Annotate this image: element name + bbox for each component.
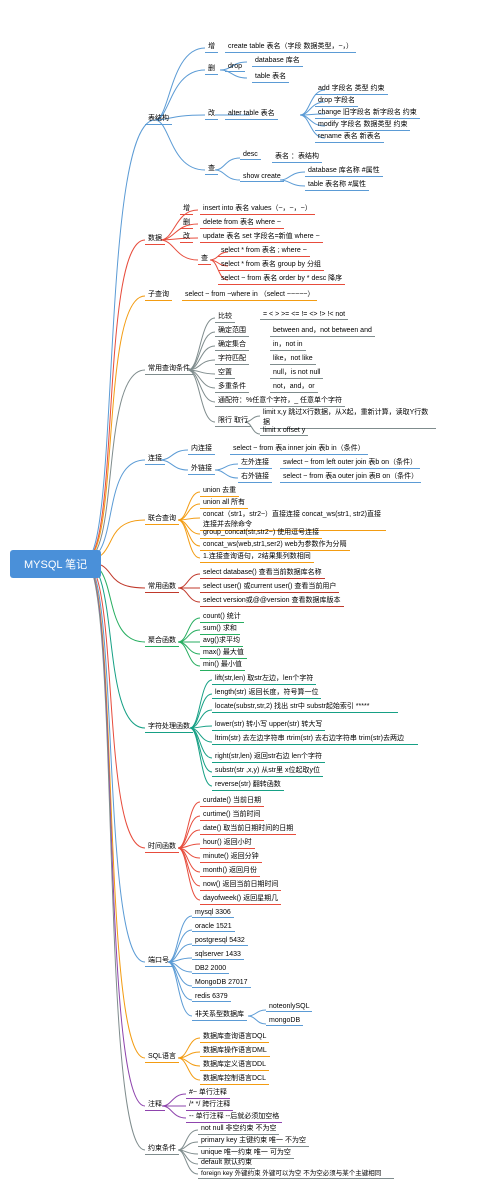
node-q[interactable]: 查	[205, 162, 218, 175]
leaf: 空置	[215, 366, 235, 379]
leaf: dayofweek() 返回星期几	[200, 892, 281, 905]
leaf: update 表名 set 字段名=新值 where ~	[200, 230, 323, 243]
leaf: now() 返回当前日期时间	[200, 878, 281, 891]
root-node[interactable]: MYSQL 笔记	[10, 550, 101, 578]
leaf: 外链接	[188, 462, 215, 475]
node-subq[interactable]: 子查询	[145, 288, 172, 301]
leaf: 删	[180, 216, 193, 229]
leaf: not，and，or	[270, 380, 318, 393]
leaf: rename 表名 新表名	[315, 130, 384, 143]
leaf: 字符匹配	[215, 352, 249, 365]
leaf: 数据库定义语言DDL	[200, 1058, 269, 1071]
leaf: 左外连接	[238, 456, 272, 469]
leaf: curtime() 当前时间	[200, 808, 264, 821]
leaf: minute() 返回分钟	[200, 850, 262, 863]
leaf: select user() 或current user() 查看当前用户	[200, 580, 339, 593]
leaf: 1.连接查询语句，2结果集列数相同	[200, 550, 314, 563]
leaf: ltrim(str) 去左边字符串 rtrim(str) 去右边字符串 trim…	[212, 732, 418, 745]
leaf: 数据库查询语言DQL	[200, 1030, 269, 1043]
leaf: 查	[198, 252, 211, 265]
leaf: foreign key 外键约束 外键可以为空 不为空必须与某个主键相同	[198, 1166, 394, 1179]
leaf: 表名 ：表结构	[272, 150, 322, 163]
leaf: substr(str ,x,y) 从str里 x位起取y位	[212, 764, 323, 777]
node-func[interactable]: 常用函数	[145, 580, 179, 593]
node-add[interactable]: 增	[205, 40, 218, 53]
leaf: noteonlySQL	[266, 1002, 312, 1012]
leaf: swlect ~ from left outer join 表b on（条件）	[280, 456, 420, 469]
node-comment[interactable]: 注释	[145, 1098, 165, 1111]
leaf: alter table 表名	[225, 107, 278, 120]
leaf: 改	[180, 230, 193, 243]
leaf: 数据库操作语言DML	[200, 1044, 270, 1057]
leaf: 确定集合	[215, 338, 249, 351]
node-mod[interactable]: 改	[205, 107, 218, 120]
leaf: 数据库控制语言DCL	[200, 1072, 269, 1085]
leaf: 比较	[215, 310, 235, 323]
leaf: 内连接	[188, 442, 215, 455]
node-time[interactable]: 时间函数	[145, 840, 179, 853]
leaf: select ~ from ~where in （select ~~~~~）	[182, 288, 317, 301]
leaf: 右外链接	[238, 470, 272, 483]
leaf: database 库名称 #属性	[305, 164, 383, 177]
leaf: select * from 表名 group by 分组	[218, 258, 324, 271]
leaf: lift(str,len) 取str左边，len个字符	[212, 672, 316, 685]
node-constraint[interactable]: 约束条件	[145, 1142, 179, 1155]
leaf: length(str) 返回长度，符号算一位	[212, 686, 321, 699]
leaf: null，is not null	[270, 366, 323, 379]
leaf: select ~ from 表a outer join 表B on（条件）	[280, 470, 421, 483]
leaf: DB2 2000	[192, 964, 229, 974]
leaf: in，not in	[270, 338, 306, 351]
leaf: reverse(str) 翻转函数	[212, 778, 284, 791]
leaf: select ~ from 表a inner join 表b in（条件）	[230, 442, 368, 455]
leaf: table 表名称 #属性	[305, 178, 369, 191]
leaf: database 库名	[252, 54, 303, 67]
leaf: mysql 3306	[192, 908, 234, 918]
leaf: oracle 1521	[192, 922, 235, 932]
leaf: mongoDB	[266, 1016, 303, 1026]
leaf: right(str,len) 返回str右边 len个字符	[212, 750, 325, 763]
leaf: show create	[240, 172, 284, 182]
leaf: desc	[240, 150, 261, 160]
node-port[interactable]: 端口号	[145, 954, 172, 967]
node-struct[interactable]: 表结构	[145, 112, 172, 125]
leaf: postgresql 5432	[192, 936, 248, 946]
leaf: redis 6379	[192, 992, 231, 1002]
leaf: lower(str) 转小写 upper(str) 转大写	[212, 718, 325, 731]
leaf: 确定范围	[215, 324, 249, 337]
leaf: limit x offset y	[260, 426, 308, 436]
leaf: locate(substr,str,2) 找出 str中 substr起始索引 …	[212, 700, 398, 713]
leaf: 多重条件	[215, 380, 249, 393]
leaf: month() 返回月份	[200, 864, 260, 877]
node-sql[interactable]: SQL语言	[145, 1050, 179, 1063]
leaf: create table 表名（字段 数据类型，~，）	[225, 40, 356, 53]
leaf: drop	[225, 62, 245, 72]
leaf: 限行 取行	[215, 414, 251, 427]
leaf: select ~ from 表名 order by * desc 降序	[218, 272, 345, 285]
node-str[interactable]: 字符处理函数	[145, 720, 193, 733]
leaf: table 表名	[252, 70, 289, 83]
leaf: between and，not between and	[270, 324, 375, 337]
leaf: select * from 表名 ; where ~	[218, 244, 310, 257]
node-union[interactable]: 联合查询	[145, 512, 179, 525]
leaf: 非关系型数据库	[192, 1008, 247, 1021]
leaf: curdate() 当前日期	[200, 794, 264, 807]
leaf: delete from 表名 where ~	[200, 216, 284, 229]
leaf: MongoDB 27017	[192, 978, 251, 988]
node-agg[interactable]: 聚合函数	[145, 634, 179, 647]
node-del[interactable]: 删	[205, 62, 218, 75]
leaf: 增	[180, 202, 193, 215]
leaf: date() 取当前日期时间的日期	[200, 822, 296, 835]
leaf: select version或@@version 查看数据库版本	[200, 594, 344, 607]
node-cond[interactable]: 常用查询条件	[145, 362, 193, 375]
leaf: min() 最小值	[200, 658, 245, 671]
leaf: like，not like	[270, 352, 316, 365]
leaf: select database() 查看当前数据库名称	[200, 566, 325, 579]
node-join[interactable]: 连接	[145, 452, 165, 465]
node-data[interactable]: 数据	[145, 232, 165, 245]
leaf: hour() 返回小时	[200, 836, 255, 849]
leaf: = < > >= <= != <> !> !< not	[260, 310, 348, 320]
leaf: insert into 表名 values（~，~，~）	[200, 202, 315, 215]
leaf: sqlserver 1433	[192, 950, 244, 960]
